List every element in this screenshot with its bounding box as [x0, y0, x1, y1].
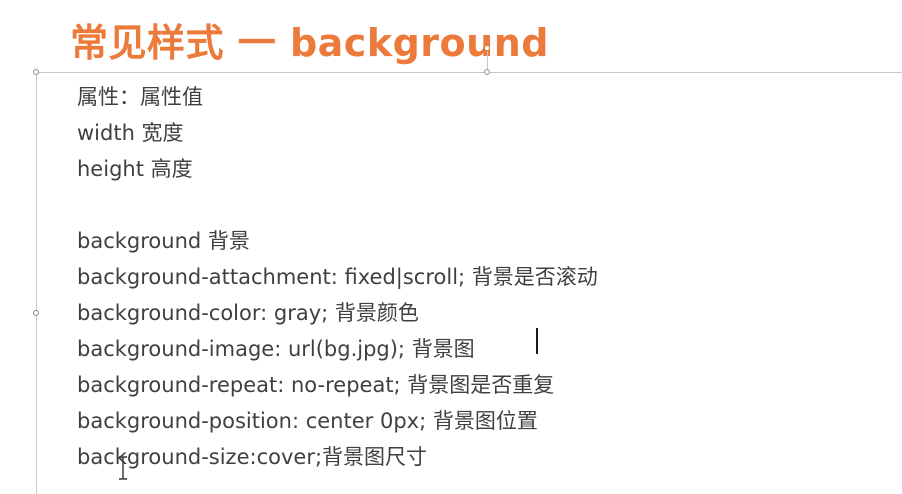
text-line[interactable]: background-position: center 0px; 背景图位置: [77, 403, 598, 439]
text-line-blank[interactable]: [77, 187, 598, 223]
text-line[interactable]: background-attachment: fixed|scroll; 背景是…: [77, 259, 598, 295]
text-line[interactable]: width 宽度: [77, 115, 598, 151]
resize-handle-top-center[interactable]: [484, 69, 490, 75]
rotate-handle[interactable]: [484, 45, 490, 51]
text-line[interactable]: 属性：属性值: [77, 79, 598, 115]
text-line[interactable]: background-image: url(bg.jpg); 背景图: [77, 331, 598, 367]
text-caret: [536, 328, 538, 354]
text-lines: 属性：属性值 width 宽度 height 高度 background 背景 …: [77, 79, 598, 475]
text-line[interactable]: background 背景: [77, 223, 598, 259]
text-line[interactable]: background-size:cover;背景图尺寸: [77, 439, 598, 475]
slide: 常见样式 一 background 属性：属性值 width 宽度 height…: [0, 0, 902, 494]
text-box[interactable]: 属性：属性值 width 宽度 height 高度 background 背景 …: [33, 45, 902, 494]
text-line[interactable]: background-repeat: no-repeat; 背景图是否重复: [77, 367, 598, 403]
text-line[interactable]: background-color: gray; 背景颜色: [77, 295, 598, 331]
slide-title[interactable]: 常见样式 一 background: [70, 18, 549, 68]
resize-handle-top-left[interactable]: [33, 69, 39, 75]
resize-handle-middle-left[interactable]: [33, 310, 39, 316]
text-line[interactable]: height 高度: [77, 151, 598, 187]
text-ibeam-cursor-icon: [119, 456, 127, 480]
rotate-stem: [487, 51, 488, 69]
